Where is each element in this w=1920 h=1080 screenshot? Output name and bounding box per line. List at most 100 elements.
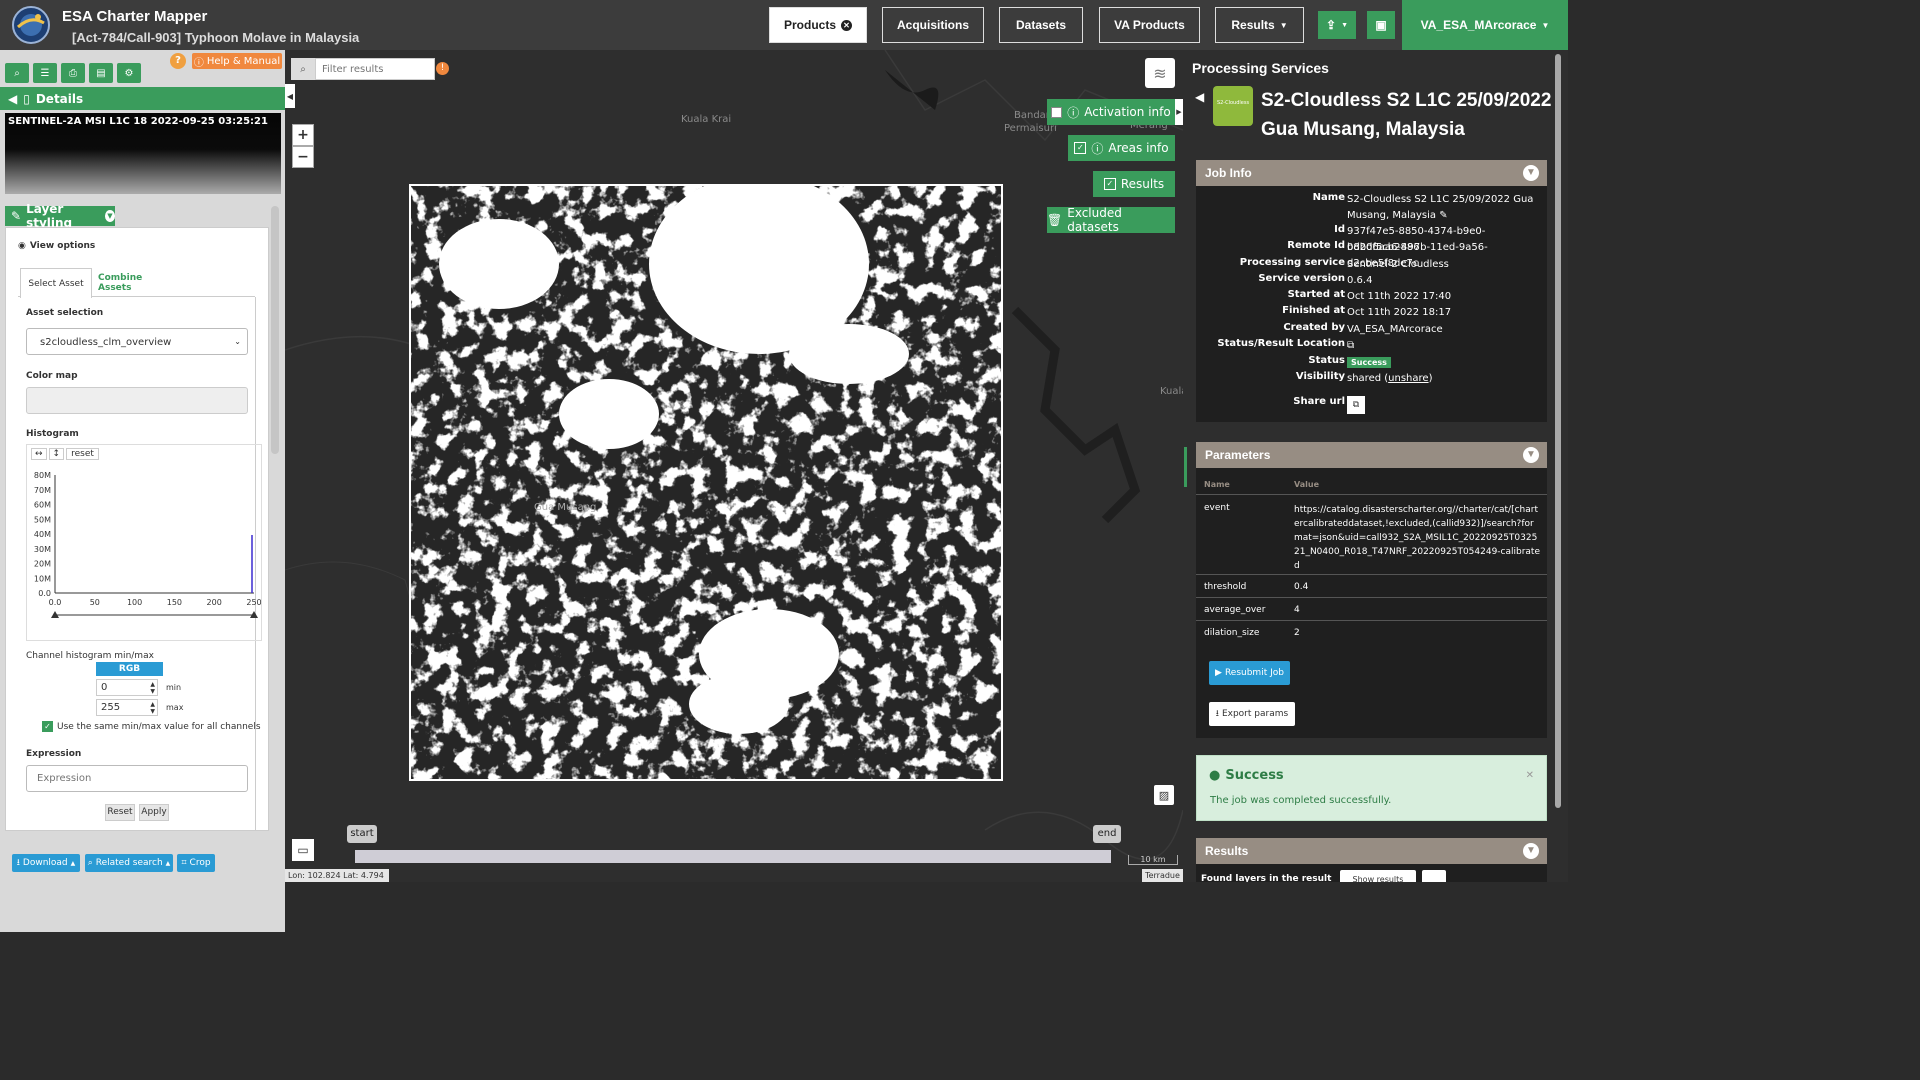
expression-input[interactable] [26,765,248,792]
external-link-icon[interactable]: ⧉ [1347,338,1542,354]
warning-icon[interactable]: ! [436,62,449,75]
asset-select[interactable]: s2cloudless_clm_overview ⌄ [26,328,248,355]
job-info-header[interactable]: Job Info ▼ [1196,160,1547,186]
color-map-select[interactable] [26,387,248,414]
chevron-left-icon[interactable]: ◀ [8,92,17,106]
pan-horizontal-icon[interactable]: ↔ [31,448,47,460]
zoom-out-button[interactable]: − [292,146,314,168]
max-input[interactable]: 255 ▲ ▼ [96,699,158,716]
reset-button[interactable]: Reset [105,804,135,821]
layer-styling-header[interactable]: ✎ Layer styling ▼ [5,202,115,230]
trash-icon: 🗑 [1047,213,1063,227]
parameters-header[interactable]: Parameters ▼ [1196,442,1547,468]
resubmit-job-button[interactable]: ▶ Resubmit Job [1209,661,1290,685]
view-options[interactable]: ◉ View options [18,241,95,251]
search-icon[interactable]: ⌕ [5,63,29,83]
archive-icon[interactable]: ▤ [89,63,113,83]
stepper-icon[interactable]: ▲ ▼ [150,681,155,695]
crop-button[interactable]: ⌗ Crop [177,854,215,872]
close-circle-icon[interactable]: ✕ [841,19,852,31]
finished-value: Oct 11th 2022 18:17 [1347,307,1452,318]
close-icon[interactable]: ✕ [1526,770,1534,781]
apply-button[interactable]: Apply [139,804,169,821]
timeline-end-label[interactable]: end [1093,825,1121,843]
max-value: 255 [101,702,121,713]
copy-icon[interactable]: ⧉ [1347,396,1365,414]
map-attribution[interactable]: Terradue [1142,869,1183,882]
param-value: https://catalog.disasterscharter.org//ch… [1294,505,1541,571]
esa-charter-logo[interactable] [10,5,52,45]
min-input[interactable]: 0 ▲ ▼ [96,679,158,696]
chevron-down-icon[interactable]: ▼ [104,210,115,222]
print-icon[interactable]: ⎙ [61,63,85,83]
caret-down-icon: ▼ [1279,20,1288,30]
left-scrollbar[interactable] [271,206,279,454]
right-scrollbar[interactable] [1555,54,1561,808]
checkbox-icon[interactable] [1051,106,1063,118]
upload-button[interactable]: ⇪ ▼ [1318,11,1356,39]
collapse-right-icon[interactable]: ▶ [1175,99,1183,125]
layers-icon[interactable]: ≋ [1145,58,1175,88]
map-view[interactable]: Kuala Krai Bandar Permaisuri Merang Kual… [285,50,1183,882]
resize-handle[interactable] [1184,447,1187,487]
chevron-down-icon[interactable]: ▼ [1523,447,1539,463]
pencil-icon[interactable]: ✎ [1439,210,1447,221]
list-icon[interactable]: ☰ [33,63,57,83]
info-icon: ⓘ [193,57,204,69]
found-layers-label: Found layers in the result [1201,874,1332,882]
unshare-link[interactable]: unshare [1388,373,1428,384]
settings-icon[interactable]: ⚙ [117,63,141,83]
nav-products[interactable]: Products ✕ [769,7,867,43]
nav-va-products[interactable]: VA Products [1099,7,1200,43]
copy-icon[interactable] [1422,870,1446,882]
download-button[interactable]: ⭳ Download ▲ [12,854,80,872]
user-menu[interactable]: VA_ESA_MArcorace ▼ [1402,0,1568,50]
nav-datasets[interactable]: Datasets [999,7,1083,43]
chevron-down-icon[interactable]: ▼ [1523,843,1539,859]
finished-label: Finished at [1282,305,1345,316]
areas-info-button[interactable]: ✓ ⓘ Areas info [1068,135,1175,161]
cloud-mask-raster[interactable] [409,184,1003,781]
product-thumbnail[interactable]: SENTINEL-2A MSI L1C 18 2022-09-25 03:25:… [5,113,281,194]
checkbox-checked-icon[interactable]: ✓ [1103,178,1116,190]
search-icon[interactable]: ⌕ [291,58,315,80]
nav-acquisitions[interactable]: Acquisitions [882,7,984,43]
min-label: min [166,683,182,692]
briefcase-button[interactable]: ▣ [1367,11,1395,39]
stepper-icon[interactable]: ▲ ▼ [150,701,155,715]
map-label-gua-musang: Gua Musang [534,502,597,513]
zoom-in-button[interactable]: + [292,124,314,146]
details-header[interactable]: ◀ ▯ Details [0,87,285,110]
left-toolbar: ⌕ ☰ ⎙ ▤ ⚙ [5,63,141,83]
timeline-toggle-icon[interactable]: ▭ [292,839,314,861]
timeline-slider[interactable] [355,850,1111,863]
filter-results-input[interactable] [315,58,435,80]
asset-selection-label: Asset selection [26,308,104,318]
share-url-wrap: ⧉ [1347,396,1542,414]
tab-combine-assets[interactable]: Combine Assets [98,268,178,298]
pan-vertical-icon[interactable]: ↕ [48,448,65,460]
collapse-left-icon[interactable]: ◀ [285,84,295,108]
nav-results[interactable]: Results ▼ [1215,7,1304,43]
chevron-left-icon[interactable]: ◀ [1195,90,1204,104]
started-value: Oct 11th 2022 17:40 [1347,291,1452,302]
related-search-button[interactable]: ⌕ Related search ▲ [85,854,173,872]
activation-info-button[interactable]: ⓘ Activation info [1047,99,1175,125]
export-params-button[interactable]: ⭳ Export params [1209,702,1295,726]
timeline-start-label[interactable]: start [347,825,377,843]
excluded-datasets-button[interactable]: 🗑 Excluded datasets [1047,206,1175,234]
show-results-button[interactable]: Show results [1340,870,1416,882]
results-header[interactable]: Results ▼ [1196,838,1547,864]
histogram-reset-button[interactable]: reset [66,448,99,460]
export-image-icon[interactable]: ▨ [1154,785,1174,805]
results-toggle-button[interactable]: ✓ Results [1093,171,1175,197]
checkbox-checked-icon[interactable]: ✓ [1074,142,1087,154]
question-icon[interactable]: ? [170,53,186,69]
checkbox-checked-icon[interactable]: ✓ [42,721,53,732]
job-title: S2-Cloudless S2 L1C 25/09/2022 Gua Musan… [1261,90,1552,140]
status-label: Status [1308,355,1345,366]
chevron-down-icon[interactable]: ▼ [1523,165,1539,181]
same-minmax-option[interactable]: ✓ Use the same min/max value for all cha… [42,721,261,732]
help-manual-button[interactable]: ⓘ Help & Manual [192,53,282,69]
tab-select-asset[interactable]: Select Asset [20,268,92,298]
